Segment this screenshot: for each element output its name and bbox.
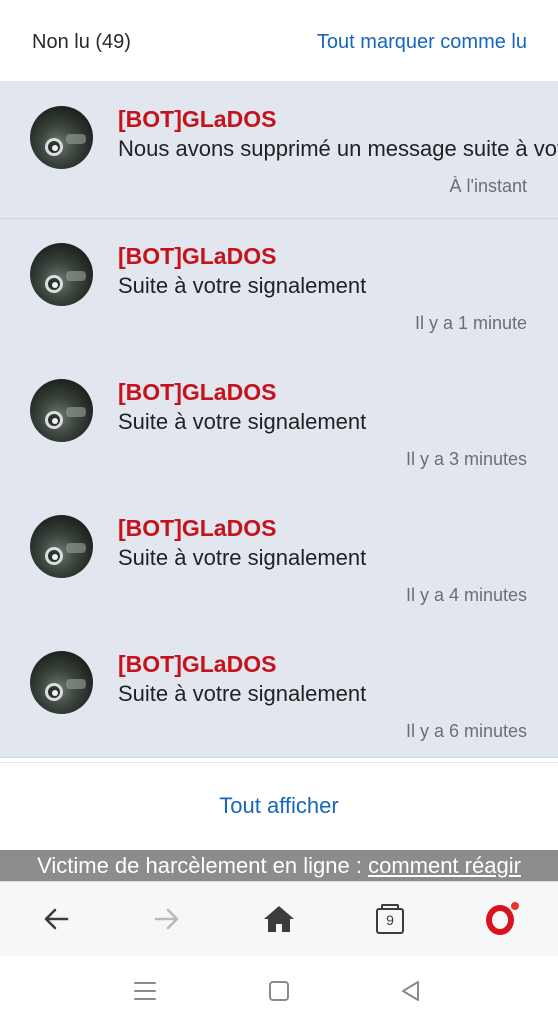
mark-all-read-link[interactable]: Tout marquer comme lu: [317, 31, 527, 54]
avatar: [30, 243, 93, 306]
avatar: [30, 515, 93, 578]
notification-time: Il y a 3 minutes: [405, 449, 527, 469]
banner-link[interactable]: comment réagir: [368, 853, 521, 878]
show-all-link[interactable]: Tout afficher: [0, 763, 558, 849]
back-arrow-icon[interactable]: [33, 896, 79, 942]
banner-text: Victime de harcèlement en ligne :: [37, 853, 369, 878]
notification-message: Suite à votre signalement: [118, 545, 367, 570]
system-navigation-bar: [0, 956, 558, 1024]
forward-arrow-icon[interactable]: [144, 896, 190, 942]
notification-time: À l'instant: [449, 176, 527, 196]
notification-message: Nous avons supprimé un message suite à v…: [118, 136, 558, 161]
notification-message: Suite à votre signalement: [118, 681, 367, 706]
notifications-header: Non lu (49) Tout marquer comme lu: [0, 0, 558, 82]
notification-message: Suite à votre signalement: [118, 409, 367, 434]
browser-toolbar: 9: [0, 881, 558, 956]
notification-item[interactable]: [BOT]GLaDOS Suite à votre signalement Il…: [0, 491, 558, 628]
show-all-container: Tout afficher: [0, 762, 558, 850]
notification-time: Il y a 6 minutes: [405, 721, 527, 741]
notification-message: Suite à votre signalement: [118, 273, 367, 298]
menu-icon[interactable]: [128, 974, 162, 1008]
harassment-banner: Victime de harcèlement en ligne : commen…: [0, 850, 558, 881]
notification-item[interactable]: [BOT]GLaDOS Nous avons supprimé un messa…: [0, 82, 558, 219]
avatar: [30, 106, 93, 169]
home-square-icon[interactable]: [262, 974, 296, 1008]
tab-count: 9: [376, 908, 404, 934]
opera-icon[interactable]: [479, 896, 525, 942]
back-triangle-icon[interactable]: [394, 974, 428, 1008]
notification-item[interactable]: [BOT]GLaDOS Suite à votre signalement Il…: [0, 219, 558, 356]
notification-time: Il y a 4 minutes: [405, 585, 527, 605]
notification-author[interactable]: [BOT]GLaDOS: [118, 243, 276, 270]
notification-author[interactable]: [BOT]GLaDOS: [118, 106, 276, 133]
notification-item[interactable]: [BOT]GLaDOS Suite à votre signalement Il…: [0, 355, 558, 492]
notification-author[interactable]: [BOT]GLaDOS: [118, 379, 276, 406]
notification-author[interactable]: [BOT]GLaDOS: [118, 515, 276, 542]
avatar: [30, 651, 93, 714]
unread-count-label: Non lu (49): [32, 31, 131, 53]
notification-time: Il y a 1 minute: [414, 313, 527, 333]
notification-item[interactable]: [BOT]GLaDOS Suite à votre signalement Il…: [0, 627, 558, 758]
notification-author[interactable]: [BOT]GLaDOS: [118, 651, 276, 678]
tabs-icon[interactable]: 9: [367, 896, 413, 942]
avatar: [30, 379, 93, 442]
home-icon[interactable]: [256, 896, 302, 942]
